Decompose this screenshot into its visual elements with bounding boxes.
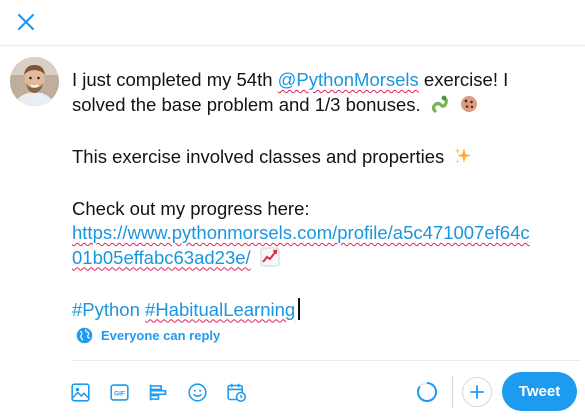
schedule-button[interactable] xyxy=(224,380,248,404)
toolbar-divider xyxy=(72,360,580,361)
tweet-line-10: #Python #HabitualLearning xyxy=(72,297,577,323)
add-emoji-button[interactable] xyxy=(185,380,209,404)
tweet-text-topic: This exercise involved classes and prope… xyxy=(72,145,445,167)
globe-icon xyxy=(76,327,93,344)
schedule-icon xyxy=(226,383,246,402)
tweet-line-4: This exercise involved classes and prope… xyxy=(72,145,577,173)
snake-emoji-icon xyxy=(430,94,450,121)
tweet-button[interactable]: Tweet xyxy=(502,372,577,411)
gif-icon: GIF xyxy=(109,383,129,401)
gif-icon-label: GIF xyxy=(114,390,125,397)
close-button[interactable] xyxy=(12,8,40,36)
tweet-line-2: solved the base problem and 1/3 bonuses. xyxy=(72,93,577,121)
toolbar-separator xyxy=(452,376,453,408)
profile-url-link[interactable]: https://www.pythonmorsels.com/profile/a5… xyxy=(72,222,530,243)
tweet-line-8: 01b05effabc63ad23e/ xyxy=(72,246,577,274)
modal-header xyxy=(0,0,585,46)
tweet-line-7: https://www.pythonmorsels.com/profile/a5… xyxy=(72,221,577,246)
poll-icon xyxy=(149,384,166,400)
tweet-text-intro: I just completed my 54th xyxy=(72,69,278,90)
emoji-icon xyxy=(187,382,207,402)
hashtag-habitual-learning[interactable]: #HabitualLearning xyxy=(145,299,295,320)
tweet-text-intro-end: exercise! I xyxy=(418,69,509,90)
reply-setting-button[interactable]: Everyone can reply xyxy=(76,327,220,344)
add-thread-tweet-button[interactable] xyxy=(462,377,492,407)
tweet-line-1: I just completed my 54th @PythonMorsels … xyxy=(72,68,577,93)
character-count-ring xyxy=(417,382,437,402)
mention-link[interactable]: @PythonMorsels xyxy=(278,69,419,90)
text-cursor xyxy=(298,297,300,320)
add-gif-button[interactable]: GIF xyxy=(107,380,131,404)
tweet-composer[interactable]: I just completed my 54th @PythonMorsels … xyxy=(72,68,577,322)
sparkles-emoji-icon xyxy=(453,146,473,173)
add-poll-button[interactable] xyxy=(146,380,170,404)
add-media-button[interactable] xyxy=(68,380,92,404)
close-icon xyxy=(17,13,35,31)
user-avatar-icon xyxy=(10,57,59,106)
plus-icon xyxy=(470,385,484,399)
tweet-text-bonuses: solved the base problem and 1/3 bonuses. xyxy=(72,93,421,115)
cookie-emoji-icon xyxy=(459,94,479,121)
hashtag-python[interactable]: #Python xyxy=(72,299,140,320)
avatar[interactable] xyxy=(10,57,59,106)
image-icon xyxy=(70,382,90,402)
tweet-line-6: Check out my progress here: xyxy=(72,197,310,219)
reply-setting-label: Everyone can reply xyxy=(101,328,221,343)
profile-url-link-continued[interactable]: 01b05effabc63ad23e/ xyxy=(72,247,251,268)
chart-increasing-emoji-icon xyxy=(260,247,280,274)
